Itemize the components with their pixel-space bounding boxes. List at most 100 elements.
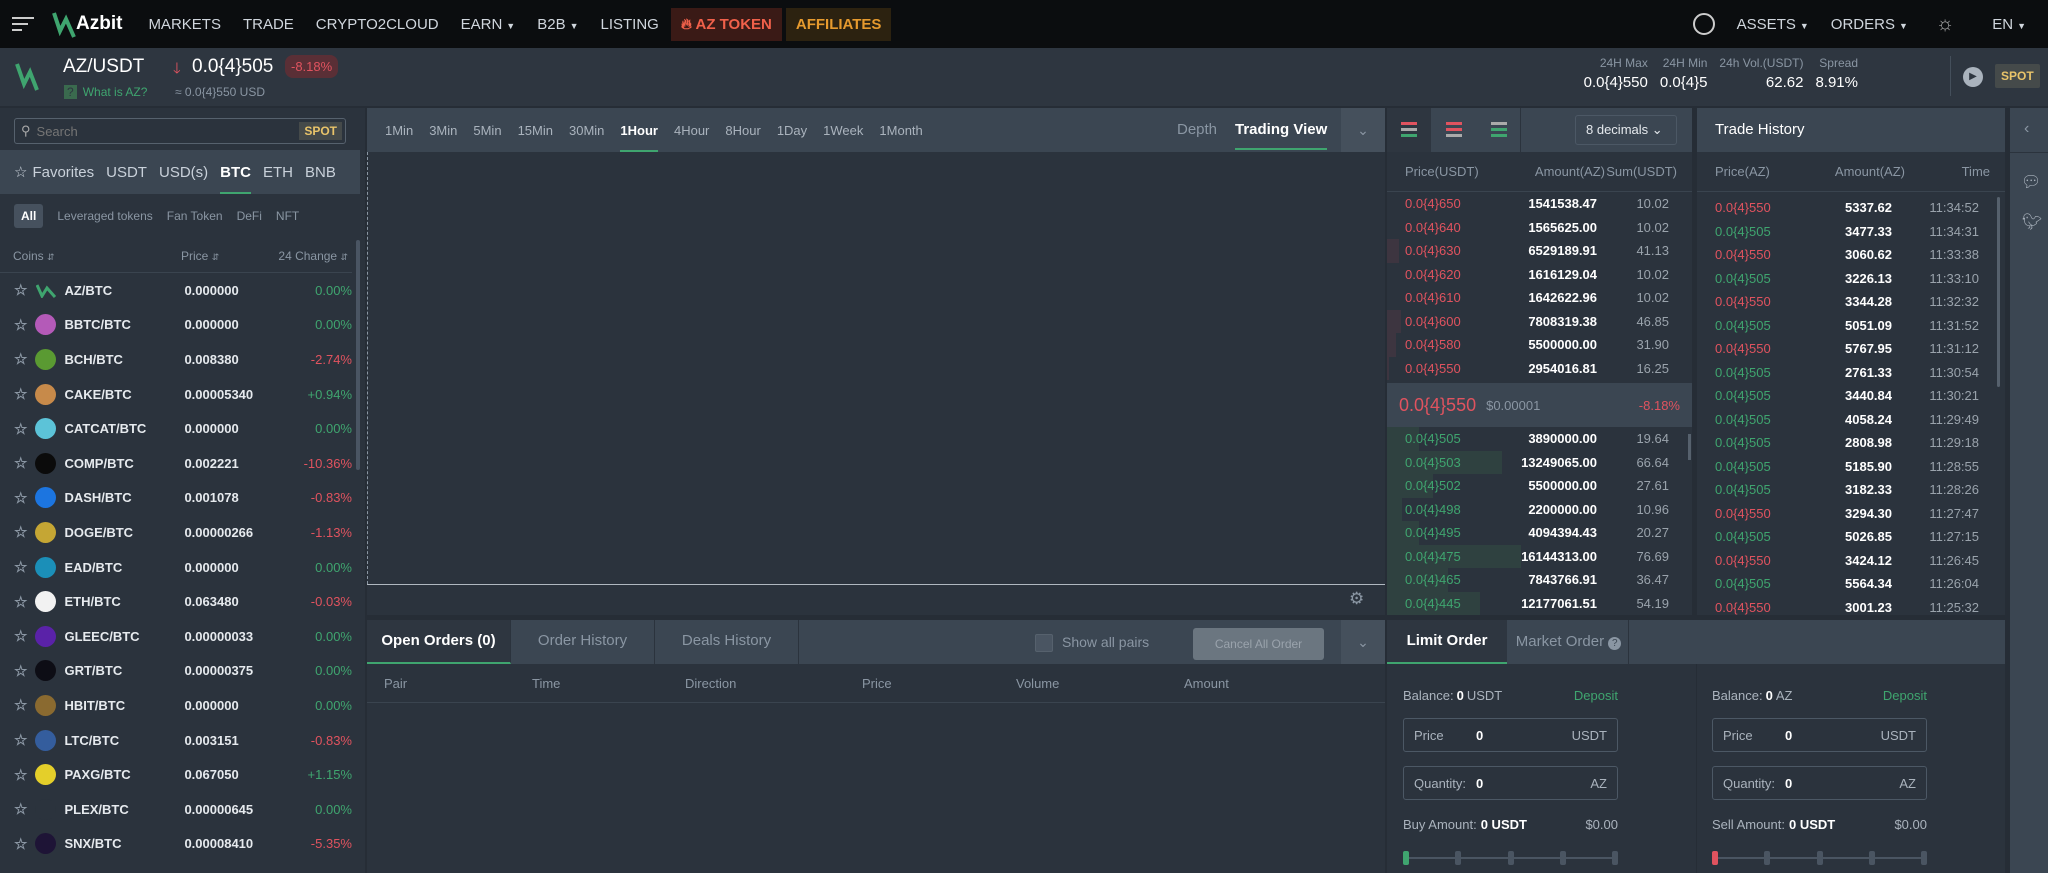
market-row[interactable]: ☆ GRT/BTC 0.00000375 0.00%: [0, 654, 352, 689]
orderbook-row[interactable]: 0.0{4}503 13249065.00 66.64: [1387, 450, 1682, 474]
tab-limit-order[interactable]: Limit Order: [1387, 620, 1507, 664]
favorite-star-icon[interactable]: ☆: [14, 523, 27, 541]
favorite-star-icon[interactable]: ☆: [14, 766, 27, 784]
favorite-star-icon[interactable]: ☆: [14, 385, 27, 403]
market-row[interactable]: ☆ BBTC/BTC 0.000000 0.00%: [0, 308, 352, 343]
market-row[interactable]: ☆ PLEX/BTC 0.00000645 0.00%: [0, 792, 352, 827]
category-defi[interactable]: DeFi: [237, 209, 262, 223]
nav-az-token[interactable]: 🔥︎ AZ TOKEN: [670, 7, 782, 41]
orderbook-row[interactable]: 0.0{4}620 1616129.04 10.02: [1387, 263, 1682, 287]
tab-usds[interactable]: USD(s): [159, 164, 208, 181]
show-all-pairs-checkbox[interactable]: [1035, 634, 1053, 652]
view-both-icon[interactable]: [1387, 108, 1431, 152]
favorite-star-icon[interactable]: ☆: [14, 731, 27, 749]
favorite-star-icon[interactable]: ☆: [14, 593, 27, 611]
orderbook-row[interactable]: 0.0{4}580 5500000.00 31.90: [1387, 333, 1682, 357]
favorite-star-icon[interactable]: ☆: [14, 558, 27, 576]
slider-handle[interactable]: [1712, 851, 1718, 865]
market-row[interactable]: ☆ DOGE/BTC 0.00000266 -1.13%: [0, 515, 352, 550]
orderbook-row[interactable]: 0.0{4}650 1541538.47 10.02: [1387, 192, 1682, 216]
favorite-star-icon[interactable]: ☆: [14, 835, 27, 853]
chat-icon[interactable]: 💬︎: [2021, 172, 2041, 192]
interval-15min[interactable]: 15Min: [518, 123, 553, 138]
deposit-link[interactable]: Deposit: [1883, 688, 1927, 703]
tab-btc[interactable]: BTC: [220, 151, 251, 194]
category-leveraged-tokens[interactable]: Leveraged tokens: [57, 209, 152, 223]
nav-earn[interactable]: EARN ▼: [461, 16, 516, 33]
nav-listing[interactable]: LISTING: [601, 16, 659, 33]
favorite-star-icon[interactable]: ☆: [14, 627, 27, 645]
favorite-star-icon[interactable]: ☆: [14, 800, 27, 818]
show-all-pairs-label[interactable]: Show all pairs: [1062, 634, 1149, 650]
orderbook-row[interactable]: 0.0{4}550 2954016.81 16.25: [1387, 356, 1682, 380]
interval-1hour[interactable]: 1Hour: [620, 109, 658, 152]
interval-4hour[interactable]: 4Hour: [674, 123, 709, 138]
slider-step[interactable]: [1507, 851, 1514, 865]
tab-depth[interactable]: Depth: [1177, 121, 1217, 138]
market-row[interactable]: ☆ HBIT/BTC 0.000000 0.00%: [0, 688, 352, 723]
menu-icon[interactable]: [12, 13, 34, 35]
orderbook-row[interactable]: 0.0{4}502 5500000.00 27.61: [1387, 474, 1682, 498]
tab-trading-view[interactable]: Trading View: [1235, 121, 1328, 150]
market-row[interactable]: ☆ COMP/BTC 0.002221 -10.36%: [0, 446, 352, 481]
cancel-all-order-button[interactable]: Cancel All Order: [1193, 628, 1324, 660]
nav-b2b[interactable]: B2B ▼: [537, 16, 578, 33]
favorite-star-icon[interactable]: ☆: [14, 489, 27, 507]
user-icon[interactable]: [1692, 13, 1715, 35]
tab-order-history[interactable]: Order History: [511, 620, 655, 664]
market-row[interactable]: ☆ GLEEC/BTC 0.00000033 0.00%: [0, 619, 352, 654]
orderbook-row[interactable]: 0.0{4}610 1642622.96 10.02: [1387, 286, 1682, 310]
market-row[interactable]: ☆ CAKE/BTC 0.00005340 +0.94%: [0, 377, 352, 412]
chart-area[interactable]: ⚙: [367, 152, 1385, 615]
category-all[interactable]: All: [14, 204, 44, 228]
market-row[interactable]: ☆ SNX/BTC 0.00008410 -5.35%: [0, 827, 352, 862]
orderbook-row[interactable]: 0.0{4}495 4094394.43 20.27: [1387, 521, 1682, 545]
interval-1week[interactable]: 1Week: [823, 123, 863, 138]
market-row[interactable]: ☆ EAD/BTC 0.000000 0.00%: [0, 550, 352, 585]
interval-30min[interactable]: 30Min: [569, 123, 604, 138]
favorite-star-icon[interactable]: ☆: [14, 662, 27, 680]
slider-step[interactable]: [1764, 851, 1771, 865]
quantity-input[interactable]: Quantity: 0 AZ: [1712, 766, 1927, 800]
orderbook-row[interactable]: 0.0{4}640 1565625.00 10.02: [1387, 216, 1682, 240]
slider-step[interactable]: [1816, 851, 1823, 865]
search-box[interactable]: ⚲ SPOT: [14, 118, 346, 144]
nav-orders[interactable]: ORDERS ▼: [1831, 16, 1908, 33]
nav-affiliates[interactable]: AFFILIATES: [785, 7, 892, 41]
category-nft[interactable]: NFT: [276, 209, 299, 223]
orderbook-row[interactable]: 0.0{4}505 3890000.00 19.64: [1387, 427, 1682, 451]
market-row[interactable]: ☆ BCH/BTC 0.008380 -2.74%: [0, 342, 352, 377]
tab-open-orders-[interactable]: Open Orders (0): [367, 620, 511, 664]
interval-5min[interactable]: 5Min: [473, 123, 501, 138]
tab-eth[interactable]: ETH: [263, 164, 293, 181]
scrollbar[interactable]: [1688, 434, 1691, 460]
slider-step[interactable]: [1612, 851, 1618, 865]
tab-market-order[interactable]: Market Order ?: [1509, 620, 1629, 664]
price-input[interactable]: Price 0 USDT: [1403, 718, 1618, 752]
slider-step[interactable]: [1455, 851, 1462, 865]
interval-1month[interactable]: 1Month: [879, 123, 922, 138]
scrollbar[interactable]: [356, 240, 360, 470]
view-asks-icon[interactable]: [1432, 108, 1476, 152]
market-row[interactable]: ☆ PAXG/BTC 0.067050 +1.15%: [0, 757, 352, 792]
decimals-select[interactable]: 8 decimals ⌄: [1575, 115, 1677, 145]
search-input[interactable]: [36, 123, 300, 139]
favorite-star-icon[interactable]: ☆: [14, 350, 27, 368]
category-fan-token[interactable]: Fan Token: [167, 209, 223, 223]
slider-step[interactable]: [1559, 851, 1566, 865]
market-row[interactable]: ☆ ETH/BTC 0.063480 -0.03%: [0, 584, 352, 619]
deposit-link[interactable]: Deposit: [1574, 688, 1618, 703]
favorite-star-icon[interactable]: ☆: [14, 316, 27, 334]
interval-1min[interactable]: 1Min: [385, 123, 413, 138]
orderbook-row[interactable]: 0.0{4}475 16144313.00 76.69: [1387, 544, 1682, 568]
nav-assets[interactable]: ASSETS ▼: [1737, 16, 1809, 33]
market-row[interactable]: ☆ CATCAT/BTC 0.000000 0.00%: [0, 411, 352, 446]
market-row[interactable]: ☆ DASH/BTC 0.001078 -0.83%: [0, 481, 352, 516]
interval-3min[interactable]: 3Min: [429, 123, 457, 138]
slider-handle[interactable]: [1403, 851, 1409, 865]
tab-favorites[interactable]: ☆ Favorites: [14, 163, 94, 181]
nav-markets[interactable]: MARKETS: [148, 16, 221, 33]
nav-trade[interactable]: TRADE: [243, 16, 294, 33]
orderbook-row[interactable]: 0.0{4}630 6529189.91 41.13: [1387, 239, 1682, 263]
market-row[interactable]: ☆ AZ/BTC 0.000000 0.00%: [0, 273, 352, 308]
